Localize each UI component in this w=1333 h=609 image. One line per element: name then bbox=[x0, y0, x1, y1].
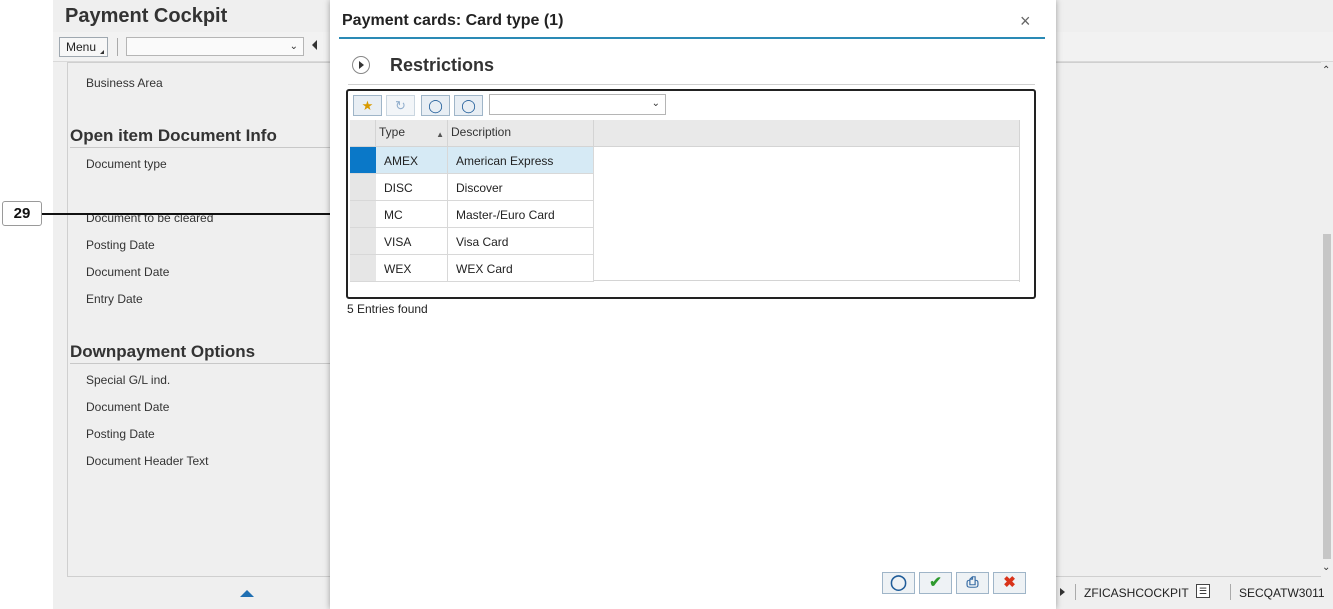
row-selector[interactable] bbox=[350, 174, 376, 201]
scroll-down-icon[interactable]: ⌄ bbox=[1322, 562, 1330, 573]
value-help-dialog: Payment cards: Card type (1) × Restricti… bbox=[330, 0, 1056, 609]
table-row[interactable]: MC Master-/Euro Card bbox=[350, 201, 594, 228]
page-title: Payment Cockpit bbox=[65, 5, 228, 27]
field-label-entry-date: Entry Date bbox=[86, 292, 143, 306]
command-field-select[interactable]: ⌄ bbox=[126, 37, 304, 56]
restrictions-divider bbox=[348, 84, 1035, 85]
cell-description[interactable]: Visa Card bbox=[448, 228, 594, 255]
toolbar-separator bbox=[117, 38, 118, 56]
status-system: SECQATW3011 bbox=[1239, 586, 1325, 600]
print-icon: ⎙ bbox=[966, 574, 979, 591]
status-expand-icon[interactable] bbox=[1060, 588, 1065, 596]
sort-ascending-icon: ▲ bbox=[436, 130, 444, 139]
callout-badge: 29 bbox=[2, 201, 42, 226]
callout-arrow-line bbox=[42, 213, 372, 215]
field-label-document-date: Document Date bbox=[86, 265, 170, 279]
field-label-posting-date: Posting Date bbox=[86, 238, 155, 252]
close-icon[interactable]: × bbox=[1020, 11, 1031, 32]
menu-button[interactable]: Menu bbox=[59, 37, 108, 57]
confirm-icon: ✔ bbox=[929, 574, 942, 591]
vertical-scrollbar[interactable]: ⌃ ⌄ bbox=[1321, 62, 1333, 577]
confirm-button[interactable]: ✔ bbox=[919, 572, 952, 594]
cell-description[interactable]: WEX Card bbox=[448, 255, 594, 282]
cell-type[interactable]: MC bbox=[376, 201, 448, 228]
collapse-left-icon[interactable] bbox=[312, 40, 317, 50]
expand-up-icon[interactable] bbox=[240, 590, 254, 597]
cell-type[interactable]: AMEX bbox=[376, 147, 448, 174]
column-header-type-label: Type bbox=[379, 125, 406, 139]
section-divider bbox=[70, 147, 340, 148]
row-selector[interactable] bbox=[350, 255, 376, 282]
status-transaction: ZFICASHCOCKPIT bbox=[1084, 586, 1189, 600]
cell-type[interactable]: WEX bbox=[376, 255, 448, 282]
search-button[interactable]: ◯ bbox=[882, 572, 915, 594]
results-grid: ★ ↻ ◯ ◯ ⌄ Type ▲ Description AMEX Americ… bbox=[346, 89, 1036, 299]
find-icon[interactable]: ◯ bbox=[421, 95, 450, 116]
grid-header: Type ▲ Description bbox=[350, 120, 1019, 147]
dialog-title-underline bbox=[339, 37, 1045, 39]
expand-restrictions-icon[interactable] bbox=[352, 56, 370, 74]
table-row[interactable]: AMEX American Express bbox=[350, 147, 594, 174]
cell-description[interactable]: American Express bbox=[448, 147, 594, 174]
column-header-description[interactable]: Description bbox=[448, 120, 594, 147]
scroll-up-icon[interactable]: ⌃ bbox=[1322, 65, 1330, 76]
row-selector[interactable] bbox=[350, 147, 376, 174]
row-selector[interactable] bbox=[350, 228, 376, 255]
section-title-open-item: Open item Document Info bbox=[70, 126, 277, 145]
status-separator bbox=[1075, 584, 1076, 600]
field-label-special-gl-ind: Special G/L ind. bbox=[86, 373, 171, 387]
menu-button-label: Menu bbox=[66, 40, 97, 54]
chevron-down-icon: ⌄ bbox=[289, 41, 298, 52]
cell-description[interactable]: Discover bbox=[448, 174, 594, 201]
section-divider bbox=[70, 363, 340, 364]
grid-bottom-border bbox=[594, 280, 1019, 281]
field-label-business-area: Business Area bbox=[86, 76, 163, 90]
find-next-icon[interactable]: ↻ bbox=[386, 95, 415, 116]
field-label-document-type: Document type bbox=[86, 157, 167, 171]
entries-found-text: 5 Entries found bbox=[347, 302, 428, 316]
chevron-down-icon: ⌄ bbox=[651, 98, 660, 109]
scroll-thumb[interactable] bbox=[1323, 234, 1331, 559]
filter-icon[interactable]: ★ bbox=[353, 95, 382, 116]
cell-type[interactable]: DISC bbox=[376, 174, 448, 201]
status-bar: ZFICASHCOCKPIT ☰ SECQATW3011 bbox=[1056, 578, 1333, 606]
cancel-button[interactable]: ✖ bbox=[993, 572, 1026, 594]
section-title-downpayment: Downpayment Options bbox=[70, 342, 256, 361]
cancel-icon: ✖ bbox=[1003, 574, 1016, 591]
restrictions-label[interactable]: Restrictions bbox=[390, 55, 494, 76]
menu-corner-icon bbox=[100, 50, 104, 54]
grid-right-border bbox=[1019, 120, 1020, 282]
header-select-all[interactable] bbox=[350, 120, 376, 147]
row-selector[interactable] bbox=[350, 201, 376, 228]
layout-select[interactable]: ⌄ bbox=[489, 94, 666, 115]
status-separator bbox=[1230, 584, 1231, 600]
column-header-description-label: Description bbox=[451, 125, 512, 139]
cell-description[interactable]: Master-/Euro Card bbox=[448, 201, 594, 228]
column-header-type[interactable]: Type ▲ bbox=[376, 120, 448, 147]
table-row[interactable]: VISA Visa Card bbox=[350, 228, 594, 255]
cell-type[interactable]: VISA bbox=[376, 228, 448, 255]
search-icon: ◯ bbox=[890, 574, 907, 591]
dialog-title: Payment cards: Card type (1) bbox=[342, 12, 564, 29]
find-next-binoculars-icon[interactable]: ◯ bbox=[454, 95, 483, 116]
table-row[interactable]: WEX WEX Card bbox=[350, 255, 594, 282]
system-info-icon[interactable]: ☰ bbox=[1196, 584, 1210, 598]
field-label-posting-date: Posting Date bbox=[86, 427, 155, 441]
field-label-document-date: Document Date bbox=[86, 400, 170, 414]
field-label-document-header-text: Document Header Text bbox=[86, 454, 209, 468]
print-button[interactable]: ⎙ bbox=[956, 572, 989, 594]
table-row[interactable]: DISC Discover bbox=[350, 174, 594, 201]
